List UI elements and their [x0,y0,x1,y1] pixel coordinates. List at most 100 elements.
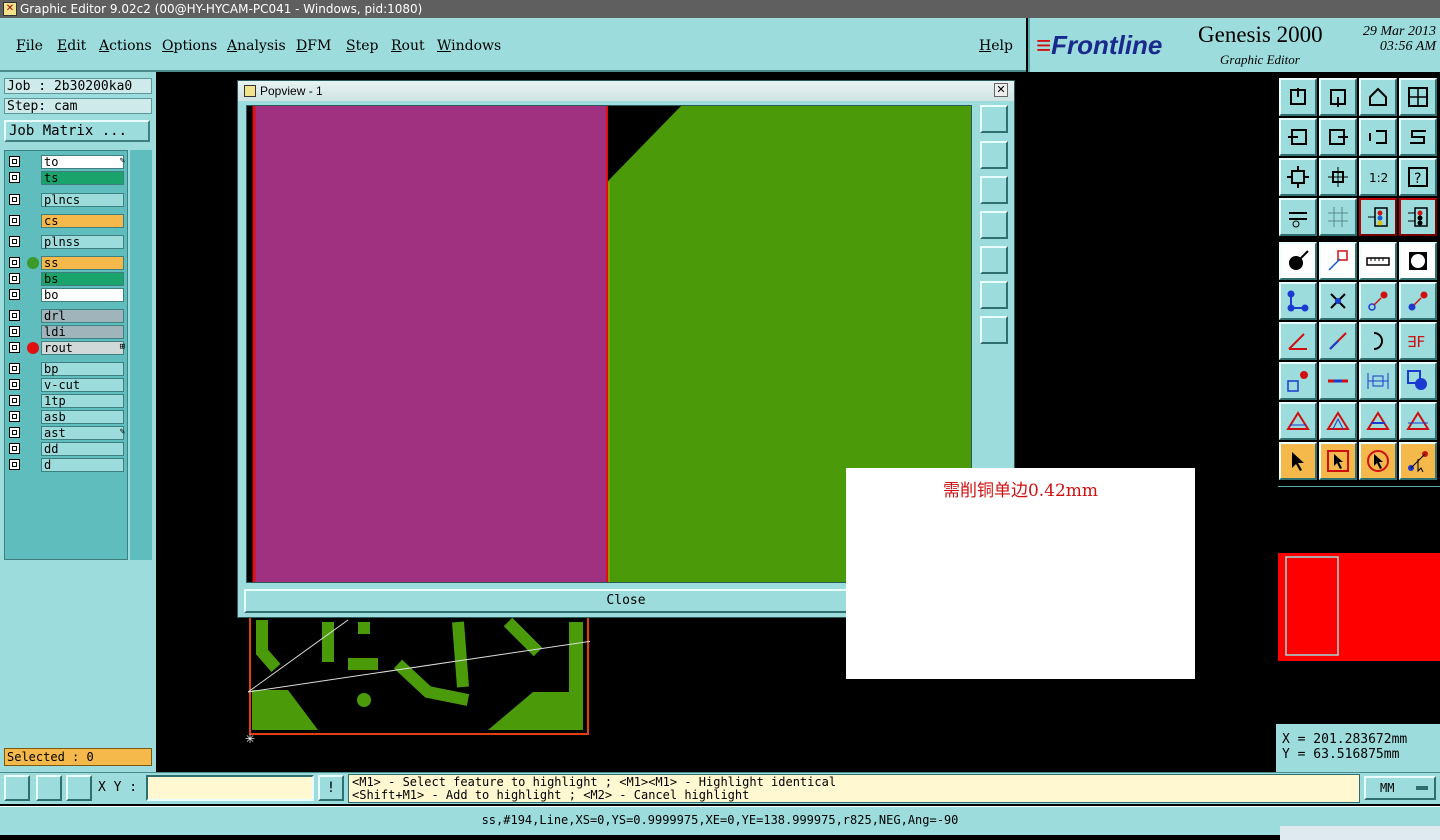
zoom-center-icon[interactable] [1319,158,1357,196]
angle-line-icon[interactable] [1279,322,1317,360]
redo-zoom-icon[interactable] [1399,118,1437,156]
layer-checkbox[interactable] [9,363,20,374]
arc-tool-icon[interactable] [1359,322,1397,360]
select-circle-icon[interactable] [1359,442,1397,480]
help-icon[interactable]: ? [1399,158,1437,196]
menu-options[interactable]: Options [162,38,217,54]
dimension-icon[interactable] [1359,362,1397,400]
layer-checkbox[interactable] [9,257,20,268]
snap-icon[interactable] [4,775,30,801]
zoom-home-icon[interactable] [1279,78,1317,116]
layer-checkbox[interactable] [9,172,20,183]
xy-input[interactable] [146,775,314,801]
close-icon[interactable]: ✕ [994,83,1008,97]
alert-icon[interactable]: ! [318,775,344,801]
layer-checkbox[interactable] [9,443,20,454]
menu-edit[interactable]: Edit [57,38,86,54]
layer-row-16[interactable]: dd [7,442,127,456]
shape-icon[interactable] [1399,362,1437,400]
layer-checkbox[interactable] [9,342,20,353]
move-feature-icon[interactable] [1359,282,1397,320]
zoom-ratio-icon[interactable]: 1:2 [1359,158,1397,196]
connect-icon[interactable] [1279,282,1317,320]
layer-row-10[interactable]: rout ⊞ [7,341,127,355]
layer-row-4[interactable]: plnss [7,235,127,249]
layer-name[interactable]: ss [41,256,124,270]
measure-ruler-icon[interactable] [1359,242,1397,280]
layer-name[interactable]: bp [41,362,124,376]
layer-checkbox[interactable] [9,289,20,300]
layer-row-6[interactable]: bs [7,272,127,286]
layer-checkbox[interactable] [9,310,20,321]
select-box-icon[interactable] [1319,442,1357,480]
menu-rout[interactable]: Rout [391,38,425,54]
layer-name[interactable]: cs [41,214,124,228]
net-display-alt-icon[interactable] [1399,198,1437,236]
menu-analysis[interactable]: Analysis [227,38,286,54]
layer-name[interactable]: drl [41,309,124,323]
layer-name[interactable]: ldi [41,325,124,339]
line-tool-icon[interactable] [1319,322,1357,360]
pop-zoom-in-icon[interactable] [980,281,1008,309]
layer-checkbox[interactable] [9,273,20,284]
triangle-line-icon[interactable] [1319,402,1357,440]
add-pad-icon[interactable] [1279,242,1317,280]
layer-checkbox[interactable] [9,427,20,438]
layer-row-13[interactable]: 1tp [7,394,127,408]
window-split-icon[interactable] [1399,78,1437,116]
copy-feature-icon[interactable] [1399,282,1437,320]
layer-checkbox[interactable] [9,395,20,406]
layer-checkbox[interactable] [9,411,20,422]
grid-icon[interactable] [1319,198,1357,236]
layer-row-0[interactable]: to ✎ [7,155,127,169]
layer-row-9[interactable]: ldi [7,325,127,339]
layer-row-8[interactable]: drl [7,309,127,323]
layer-row-7[interactable]: bo [7,288,127,302]
outline-icon[interactable] [1399,242,1437,280]
pop-pan-left-icon[interactable] [980,211,1008,239]
menu-step[interactable]: Step [346,38,378,54]
layer-name[interactable]: ast [41,426,124,440]
layer-row-11[interactable]: bp [7,362,127,376]
layer-name[interactable]: rout [41,341,124,355]
net-display-icon[interactable] [1359,198,1397,236]
home-icon[interactable] [1359,78,1397,116]
pan-right-icon[interactable] [1319,118,1357,156]
layer-row-3[interactable]: cs [7,214,127,228]
menu-actions[interactable]: Actions [99,38,152,54]
layer-row-17[interactable]: d [7,458,127,472]
layer-checkbox[interactable] [9,236,20,247]
angle-snap-icon[interactable] [36,775,62,801]
layer-checkbox[interactable] [9,326,20,337]
select-arrow-icon[interactable] [1279,442,1317,480]
layer-name[interactable]: d [41,458,124,472]
triangle-select-icon[interactable] [1279,402,1317,440]
grid-snap-icon[interactable] [66,775,92,801]
pop-zoom-home-icon[interactable] [980,105,1008,133]
pop-pan-up-icon[interactable] [980,141,1008,169]
pop-zoom-out-icon[interactable] [980,316,1008,344]
menu-help[interactable]: Help [979,38,1013,54]
job-matrix-button[interactable]: Job Matrix ... [4,120,150,142]
layer-row-1[interactable]: ts [7,171,127,185]
layer-name[interactable]: asb [41,410,124,424]
layer-checkbox[interactable] [9,215,20,226]
layer-name[interactable]: bs [41,272,124,286]
undo-zoom-icon[interactable] [1359,118,1397,156]
pop-pan-right-icon[interactable] [980,246,1008,274]
layer-checkbox[interactable] [9,379,20,390]
triangle-fill-icon[interactable] [1359,402,1397,440]
layer-row-14[interactable]: asb [7,410,127,424]
triangle-cross-icon[interactable] [1399,402,1437,440]
pan-down-icon[interactable] [1319,78,1357,116]
layer-checkbox[interactable] [9,156,20,167]
layer-name[interactable]: 1tp [41,394,124,408]
pad-to-pad-icon[interactable] [1279,362,1317,400]
pop-pan-down-icon[interactable] [980,176,1008,204]
menu-windows[interactable]: Windows [437,38,501,54]
layer-row-12[interactable]: v-cut [7,378,127,392]
select-net-icon[interactable] [1399,442,1437,480]
popview-title-bar[interactable]: Popview - 1 ✕ [238,81,1014,101]
layer-row-15[interactable]: ast ✎ [7,426,127,440]
layer-checkbox[interactable] [9,194,20,205]
